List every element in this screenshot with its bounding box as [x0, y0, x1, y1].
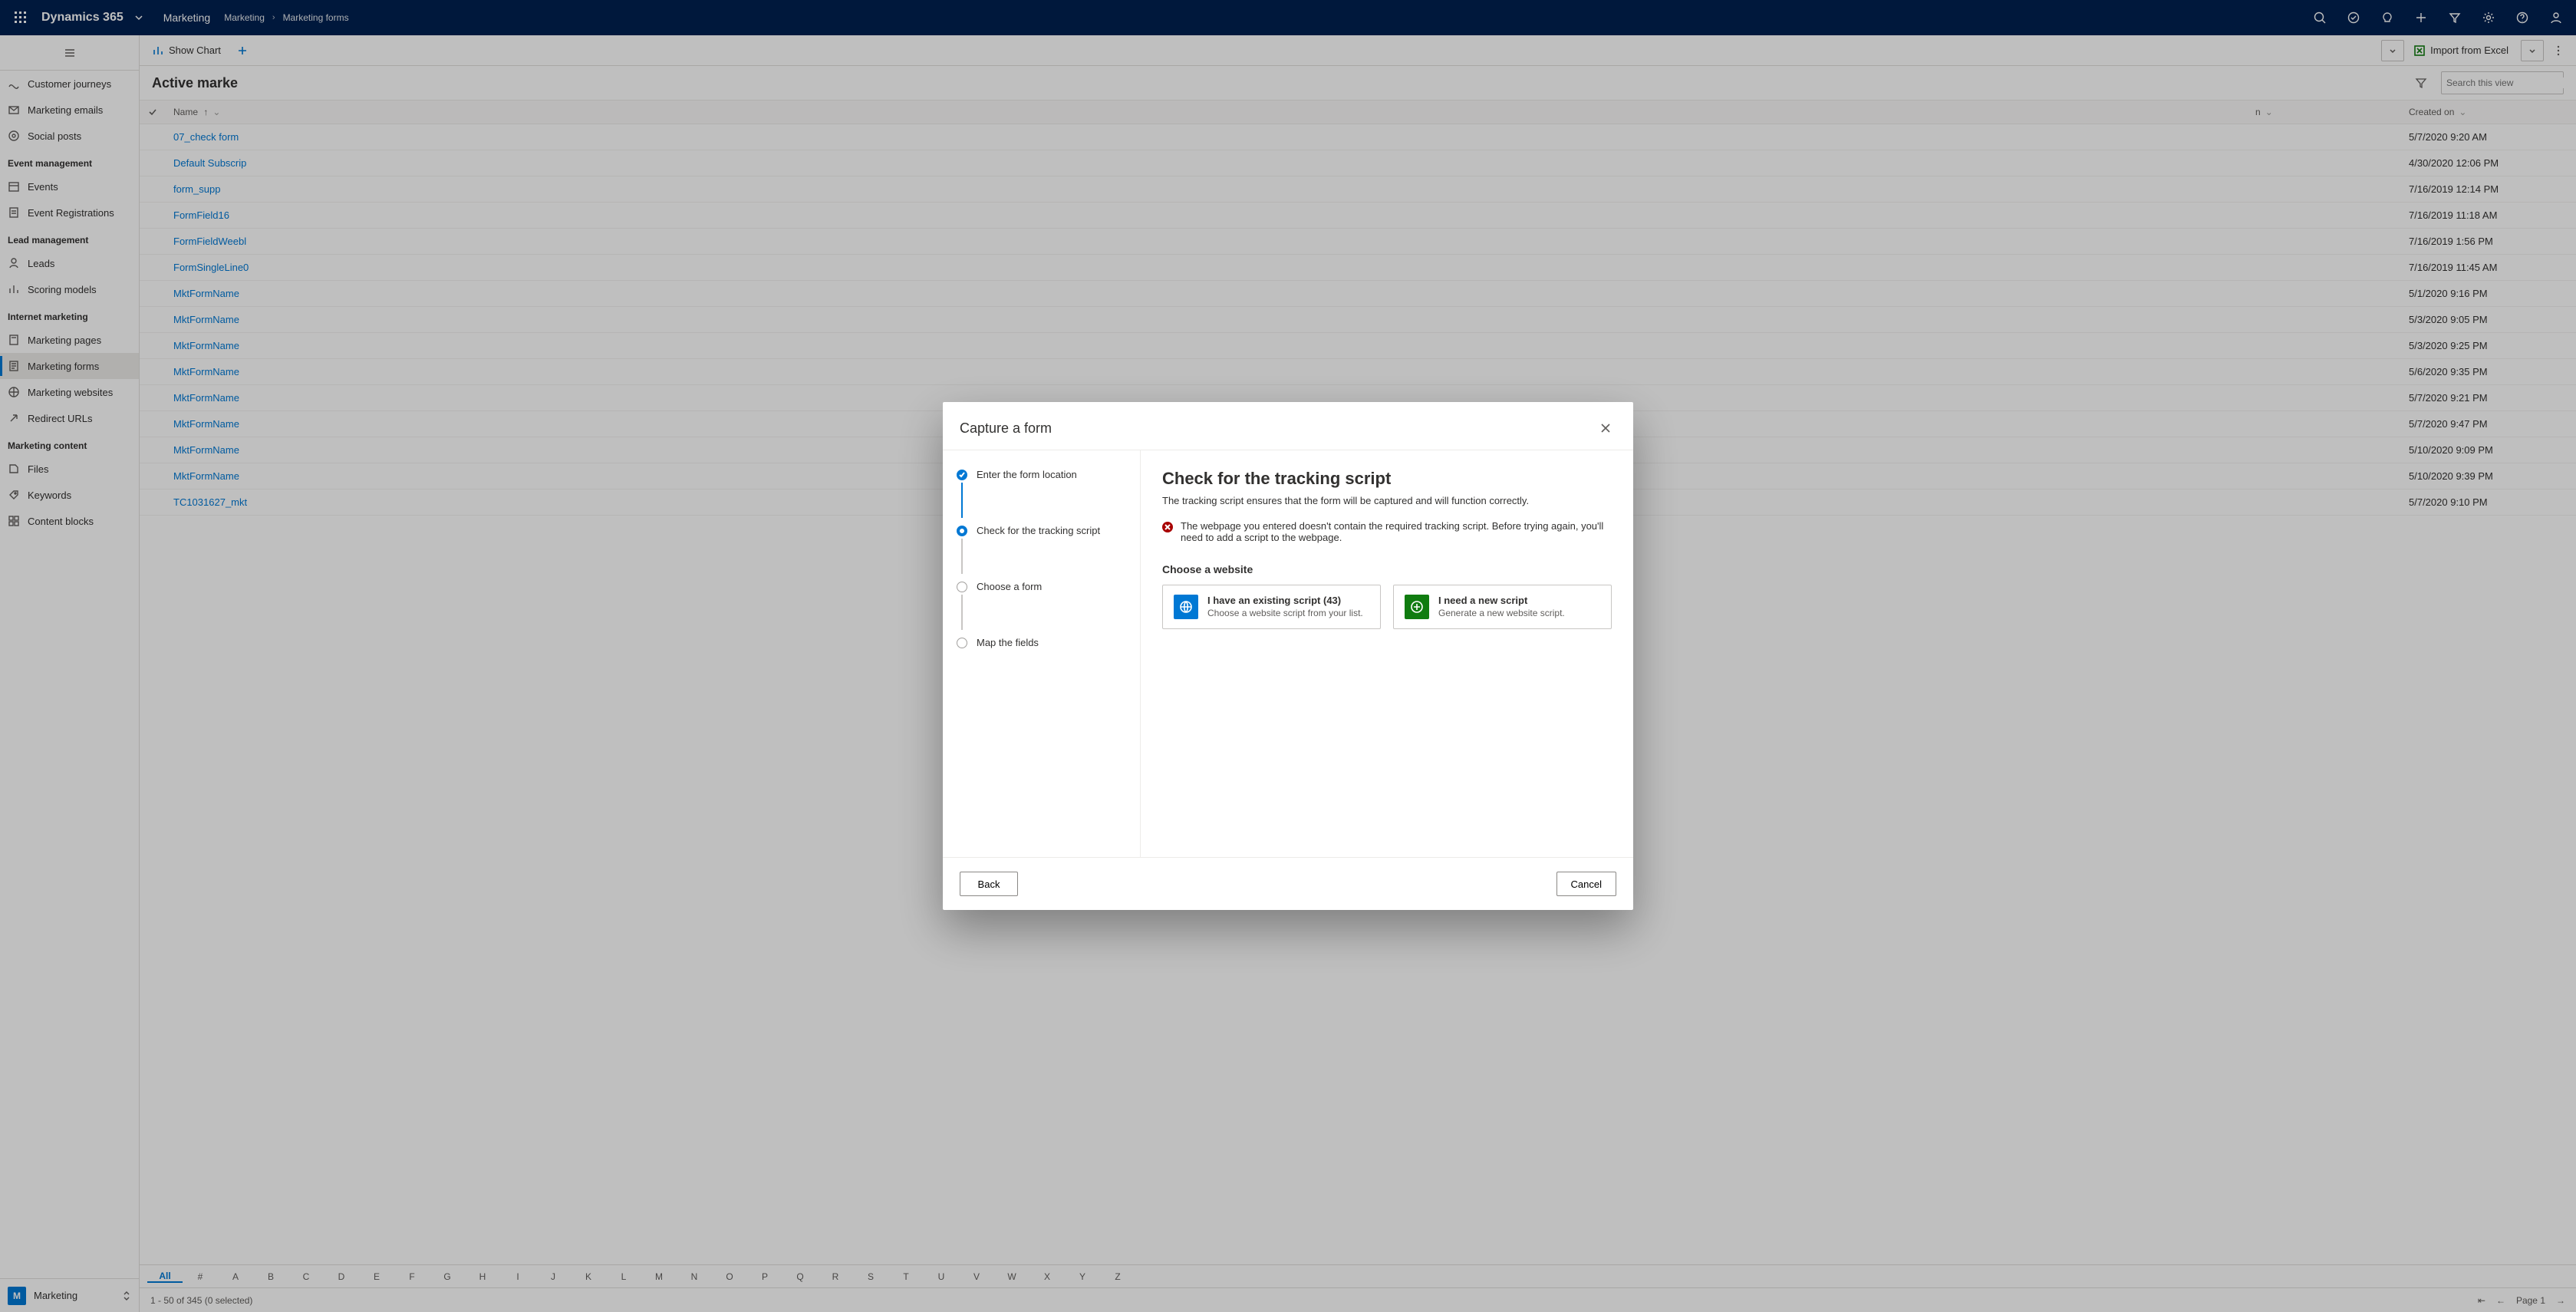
choose-website-label: Choose a website [1162, 563, 1612, 575]
new-script-title: I need a new script [1438, 595, 1565, 606]
dialog-title: Capture a form [960, 420, 1052, 437]
globe-icon [1174, 595, 1198, 619]
wizard-step-3[interactable]: Choose a form [950, 576, 1140, 597]
wizard-step-1-label: Enter the form location [977, 469, 1077, 480]
wizard-step-2[interactable]: Check for the tracking script [950, 520, 1140, 541]
wizard-step-4[interactable]: Map the fields [950, 632, 1140, 653]
new-script-card[interactable]: I need a new script Generate a new websi… [1393, 585, 1612, 629]
plus-circle-icon [1405, 595, 1429, 619]
new-script-sub: Generate a new website script. [1438, 608, 1565, 618]
wizard-step-3-label: Choose a form [977, 581, 1042, 592]
cancel-button[interactable]: Cancel [1556, 872, 1616, 896]
wizard-steps: Enter the form location Check for the tr… [943, 450, 1141, 857]
existing-script-title: I have an existing script (43) [1207, 595, 1363, 606]
dialog-subtitle: The tracking script ensures that the for… [1162, 495, 1612, 506]
dialog-error-text: The webpage you entered doesn't contain … [1181, 520, 1612, 543]
modal-overlay: Capture a form Enter the form location C… [0, 0, 2576, 1312]
wizard-step-1[interactable]: Enter the form location [950, 464, 1140, 485]
error-icon [1162, 522, 1173, 532]
wizard-step-4-label: Map the fields [977, 637, 1039, 648]
back-button[interactable]: Back [960, 872, 1018, 896]
existing-script-sub: Choose a website script from your list. [1207, 608, 1363, 618]
dialog-error: The webpage you entered doesn't contain … [1162, 520, 1612, 543]
capture-form-dialog: Capture a form Enter the form location C… [943, 402, 1633, 910]
dialog-close-button[interactable] [1595, 417, 1616, 439]
dialog-heading: Check for the tracking script [1162, 469, 1612, 489]
existing-script-card[interactable]: I have an existing script (43) Choose a … [1162, 585, 1381, 629]
wizard-step-2-label: Check for the tracking script [977, 525, 1100, 536]
